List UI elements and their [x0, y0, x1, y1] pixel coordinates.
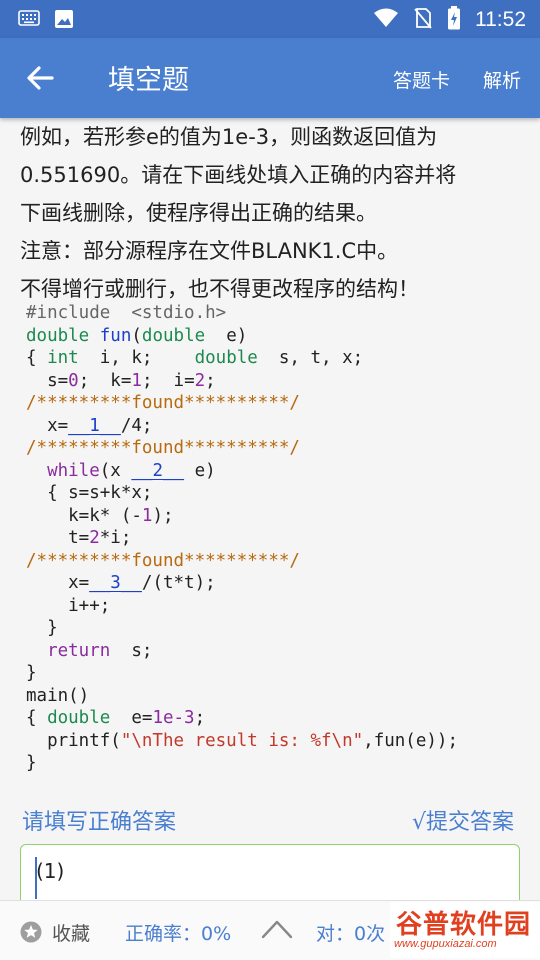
submit-answer-button[interactable]: √提交答案 [412, 804, 514, 836]
blank-2: __2__ [131, 460, 185, 481]
answer-prompt: 请填写正确答案 [22, 810, 177, 835]
code-line: } [26, 753, 37, 773]
code-line: t=2*i; [26, 528, 132, 548]
image-icon [54, 9, 74, 33]
blank-3: __3__ [89, 573, 142, 593]
code-line: i++; [26, 595, 111, 616]
code-block: #include <stdio.h> double fun(double e){ … [26, 302, 458, 775]
star-icon[interactable] [20, 921, 42, 943]
blank-1: __1__ [68, 415, 121, 436]
accuracy-label: 正确率：0% [125, 923, 232, 945]
favorite-button[interactable]: 收藏 [52, 919, 90, 946]
keyboard-icon [18, 9, 40, 33]
battery-charging-icon [447, 6, 461, 34]
code-line: } [26, 663, 37, 683]
page-title: 填空题 [108, 65, 189, 96]
code-comment: /*********found**********/ [26, 393, 300, 413]
question-line: 下画线删除，使程序得出正确的结果。 [20, 201, 377, 225]
answer-card-button[interactable]: 答题卡 [393, 66, 450, 93]
status-time: 11:52 [475, 8, 526, 31]
code-line: main() [26, 685, 90, 706]
code-line: return s; [47, 640, 153, 661]
question-line: 0.551690。请在下画线处填入正确的内容并将 [20, 163, 457, 187]
code-line: } [26, 618, 58, 638]
code-line: x=__3__/(t*t); [26, 573, 216, 593]
question-text: 例如，若形参e的值为1e-3，则函数返回值为 0.551690。请在下画线处填入… [20, 118, 525, 308]
code-line: s=0; k=1; i=2; [26, 370, 216, 391]
wifi-icon [373, 8, 399, 32]
code-line: #include <stdio.h> [26, 303, 227, 323]
code-line: x=__1__/4; [26, 415, 153, 436]
chevron-up-icon[interactable] [260, 917, 294, 941]
watermark-url: www.gupuxiazai.com [394, 938, 497, 950]
status-bar: 11:52 [0, 0, 540, 38]
correct-count: 对：0次 [316, 923, 386, 945]
back-button[interactable] [22, 60, 62, 96]
code-comment: /*********found**********/ [26, 550, 300, 571]
watermark-name: 谷普软件园 [396, 910, 532, 940]
code-line: { s=s+k*x; [26, 483, 153, 503]
code-comment: /*********found**********/ [26, 438, 300, 458]
app-bar: 填空题 答题卡 解析 [0, 38, 540, 118]
question-line: 例如，若形参e的值为1e-3，则函数返回值为 [20, 125, 438, 149]
code-line: printf("\nThe result is: %f\n",fun(e)); [26, 730, 458, 751]
arrow-left-icon [22, 66, 58, 100]
code-line: double fun(double e) [26, 325, 248, 346]
watermark: 谷普软件园 www.gupuxiazai.com [390, 902, 540, 958]
code-line: while(x __2__ e) [47, 460, 216, 481]
code-line: { double e=1e-3; [26, 708, 206, 728]
code-line: { int i, k; double s, t, x; [26, 348, 364, 368]
no-sim-icon [413, 7, 433, 33]
answer-input-value: (1) [36, 859, 65, 883]
code-line: k=k* (-1); [26, 505, 174, 526]
question-line: 注意：部分源程序在文件BLANK1.C中。 [20, 239, 399, 263]
analysis-button[interactable]: 解析 [483, 66, 521, 93]
